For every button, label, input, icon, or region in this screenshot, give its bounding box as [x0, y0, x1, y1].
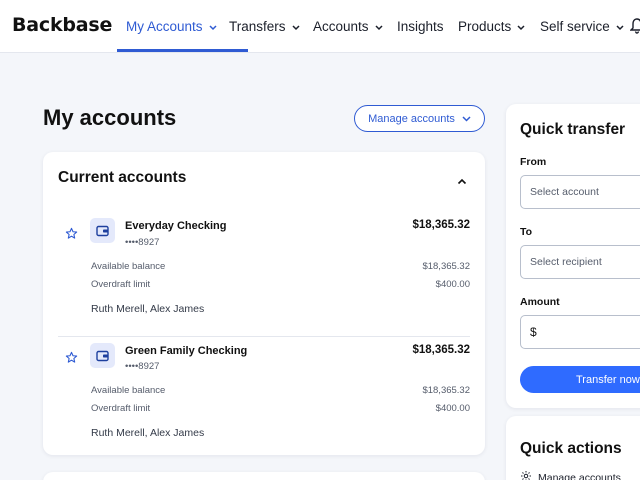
- account-holders: Ruth Merell, Alex James: [91, 427, 205, 439]
- nav-item-label: Products: [458, 19, 512, 34]
- chevron-up-icon[interactable]: [457, 172, 467, 190]
- chevron-down-icon: [517, 19, 525, 34]
- account-number: ••••8927: [125, 361, 160, 372]
- account-holders: Ruth Merell, Alex James: [91, 303, 205, 315]
- bell-icon[interactable]: [629, 18, 640, 39]
- chevron-down-icon: [375, 19, 383, 34]
- from-label: From: [520, 156, 547, 168]
- overdraft-limit-label: Overdraft limit: [91, 279, 151, 290]
- nav-self-service[interactable]: Self service: [540, 0, 624, 53]
- star-icon[interactable]: [65, 227, 78, 245]
- available-balance-value: $18,365.32: [422, 385, 470, 396]
- page-title: My accounts: [43, 105, 177, 130]
- quick-actions-card: Quick actions Manage accounts: [506, 416, 640, 480]
- wallet-icon: [90, 218, 115, 243]
- amount-label: Amount: [520, 296, 560, 308]
- amount-input[interactable]: $: [520, 315, 640, 349]
- star-icon[interactable]: [65, 351, 78, 369]
- backbase-logo[interactable]: Backbase: [12, 14, 112, 36]
- current-accounts-title: Current accounts: [58, 169, 187, 186]
- account-number: ••••8927: [125, 237, 160, 248]
- nav-accounts[interactable]: Accounts: [313, 0, 383, 53]
- account-name: Everyday Checking: [125, 220, 227, 232]
- active-nav-indicator: [117, 49, 248, 52]
- account-balance: $18,365.32: [412, 344, 470, 356]
- overdraft-limit-label: Overdraft limit: [91, 403, 151, 414]
- nav-item-label: Accounts: [313, 19, 369, 34]
- nav-item-label: Transfers: [229, 19, 286, 34]
- nav-insights[interactable]: Insights: [397, 0, 444, 53]
- transfer-now-label: Transfer now: [576, 373, 640, 386]
- available-balance-value: $18,365.32: [422, 261, 470, 272]
- quick-transfer-card: Quick transfer From Select account To Se…: [506, 104, 640, 408]
- overdraft-limit-value: $400.00: [435, 279, 470, 290]
- quick-action-manage-accounts[interactable]: Manage accounts: [520, 470, 621, 480]
- available-balance-label: Available balance: [91, 261, 166, 272]
- top-navigation: Backbase My Accounts Transfers Accounts …: [0, 0, 640, 53]
- to-recipient-select[interactable]: Select recipient: [520, 245, 640, 279]
- transfer-now-button[interactable]: Transfer now: [520, 366, 640, 393]
- nav-item-label: Insights: [397, 19, 444, 34]
- quick-action-label: Manage accounts: [538, 471, 621, 480]
- gear-icon: [520, 470, 532, 480]
- nav-item-label: Self service: [540, 19, 610, 34]
- nav-item-label: My Accounts: [126, 19, 203, 34]
- from-placeholder: Select account: [530, 186, 599, 198]
- from-account-select[interactable]: Select account: [520, 175, 640, 209]
- currency-prefix: $: [530, 325, 537, 339]
- chevron-down-icon: [616, 19, 624, 34]
- account-balance: $18,365.32: [412, 219, 470, 231]
- nav-products[interactable]: Products: [458, 0, 525, 53]
- overdraft-limit-value: $400.00: [435, 403, 470, 414]
- nav-transfers[interactable]: Transfers: [229, 0, 300, 53]
- manage-accounts-button[interactable]: Manage accounts: [354, 105, 485, 132]
- quick-transfer-title: Quick transfer: [520, 121, 626, 138]
- account-name: Green Family Checking: [125, 345, 248, 357]
- nav-my-accounts[interactable]: My Accounts: [126, 0, 217, 53]
- next-accounts-card: [43, 472, 485, 480]
- current-accounts-card: Current accounts Everyday Checking ••••8…: [43, 152, 485, 455]
- chevron-down-icon: [462, 113, 471, 125]
- chevron-down-icon: [291, 19, 300, 34]
- wallet-icon: [90, 343, 115, 368]
- available-balance-label: Available balance: [91, 385, 166, 396]
- quick-actions-title: Quick actions: [520, 440, 622, 457]
- to-placeholder: Select recipient: [530, 256, 602, 268]
- chevron-down-icon: [209, 19, 217, 34]
- to-label: To: [520, 226, 533, 238]
- manage-accounts-label: Manage accounts: [368, 112, 455, 125]
- divider: [58, 336, 470, 337]
